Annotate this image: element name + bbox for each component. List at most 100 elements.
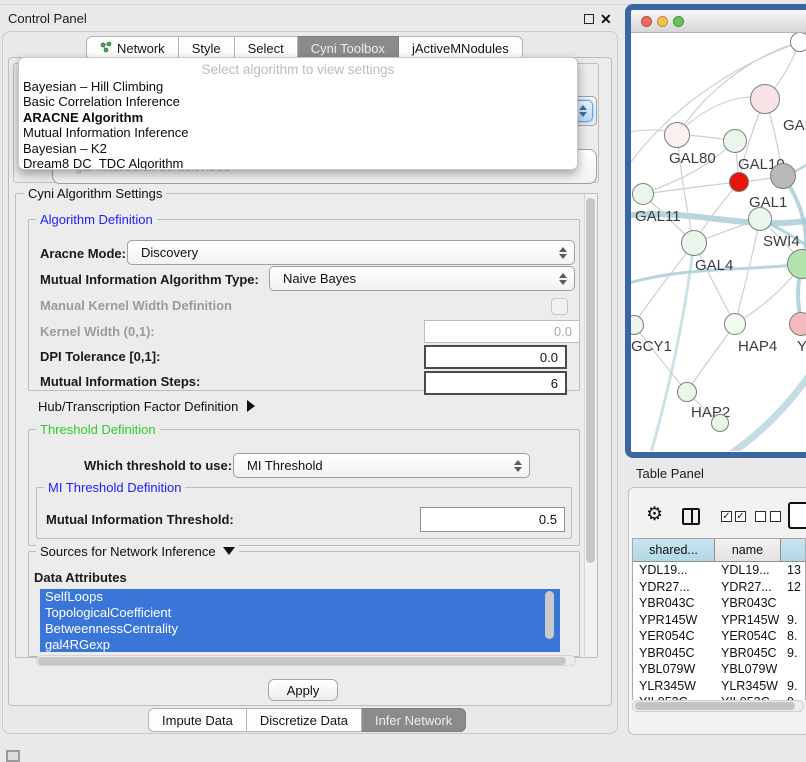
attribute-item-gal4rgexp[interactable]: gal4RGexp	[40, 637, 560, 652]
table-cell: YDL19...	[715, 563, 781, 577]
dropdown-item-bayesian-hill-climbing[interactable]: Bayesian – Hill Climbing	[23, 79, 573, 94]
node-hap2[interactable]	[677, 382, 697, 402]
node-label-gal4: GAL4	[695, 257, 733, 274]
data-attributes-list[interactable]: SelfLoopsTopologicalCoefficientBetweenne…	[40, 589, 560, 652]
node-label-swi4: SWI4	[763, 233, 800, 250]
dropdown-item-dream8-dc-tdc-algorithm[interactable]: Dream8 DC_TDC Algorithm	[23, 156, 573, 170]
node-label-gcy1: GCY1	[631, 338, 672, 355]
which-threshold-combobox[interactable]: MI Threshold	[233, 453, 530, 478]
dropdown-item-mutual-information-inference[interactable]: Mutual Information Inference	[23, 125, 573, 140]
mi-steps-label: Mutual Information Steps:	[40, 374, 200, 389]
table-cell: YBL079W	[633, 662, 715, 676]
horizontal-scrollbar-thumb[interactable]	[38, 657, 566, 665]
traffic-light-zoom[interactable]	[673, 16, 684, 27]
aracne-mode-label: Aracne Mode:	[40, 246, 126, 261]
checked-box-icon[interactable]: ✓	[721, 511, 732, 522]
mi-type-value: Naive Bayes	[270, 271, 356, 286]
table-row[interactable]: YBR043CYBR043C	[633, 595, 805, 612]
gear-icon[interactable]: ⚙	[646, 504, 663, 526]
checked-box-icon[interactable]: ✓	[735, 511, 746, 522]
node-gal11[interactable]	[632, 183, 654, 205]
node-table: shared...nameA YDL19...YDL19...13YDR27..…	[632, 538, 806, 700]
node-gal4[interactable]	[681, 230, 707, 256]
node-gal7[interactable]	[750, 84, 780, 114]
dropdown-item-aracne-algorithm[interactable]: ARACNE Algorithm	[23, 110, 573, 125]
table-cell: YBR043C	[633, 596, 715, 610]
apply-button[interactable]: Apply	[268, 679, 338, 701]
node[interactable]	[790, 33, 806, 52]
table-hscrollbar-thumb[interactable]	[635, 702, 795, 710]
dropdown-item-basic-correlation-inference[interactable]: Basic Correlation Inference	[23, 94, 573, 109]
float-panel-icon[interactable]	[584, 14, 594, 24]
network-canvas[interactable]: GAL7GAL80GAL10GAL1GAL11SWI4GAL4GCY1HAP4Y…	[631, 33, 806, 452]
table-cell: 13	[781, 563, 805, 577]
node[interactable]	[711, 414, 729, 432]
network-window-titlebar[interactable]	[631, 10, 806, 33]
tab-discretize-data[interactable]: Discretize Data	[247, 708, 362, 732]
node[interactable]	[770, 163, 796, 189]
tab-label: Style	[192, 41, 221, 56]
table-row[interactable]: YBR045CYBR045C9.	[633, 645, 805, 662]
columns-icon[interactable]	[682, 508, 700, 525]
traffic-light-close[interactable]	[641, 16, 652, 27]
table-cell: YER054C	[633, 629, 715, 643]
node-y[interactable]	[789, 312, 806, 336]
table-row[interactable]: YBL079WYBL079W	[633, 661, 805, 678]
node-hap4[interactable]	[724, 313, 746, 335]
dpi-tolerance-field[interactable]: 0.0	[424, 345, 567, 369]
column-header-name[interactable]: name	[715, 539, 781, 562]
table-cell: 8.	[781, 629, 805, 643]
dropdown-list: Bayesian – Hill ClimbingBasic Correlatio…	[23, 79, 573, 170]
node-gal1[interactable]	[729, 172, 749, 192]
node-label-y: Y	[797, 338, 806, 355]
stepper-arrows-icon	[559, 273, 567, 285]
kernel-width-field[interactable]: 0.0	[424, 320, 580, 343]
column-header-shared[interactable]: shared...	[633, 539, 715, 562]
mi-type-combobox[interactable]: Naive Bayes	[269, 266, 575, 291]
attribute-item-betweennesscentrality[interactable]: BetweennessCentrality	[40, 621, 560, 637]
stepper-arrows-icon	[579, 105, 587, 117]
table-row[interactable]: YDL19...YDL19...13	[633, 562, 805, 579]
attributes-scrollbar[interactable]	[545, 591, 554, 639]
document-icon[interactable]	[788, 502, 806, 529]
network-view-window[interactable]: GAL7GAL80GAL10GAL1GAL11SWI4GAL4GCY1HAP4Y…	[625, 4, 806, 458]
dropdown-item-bayesian-k2[interactable]: Bayesian – K2	[23, 141, 573, 156]
table-row[interactable]: YDR27...YDR27...12	[633, 579, 805, 596]
unchecked-box-icon[interactable]	[770, 511, 781, 522]
tab-infer-network[interactable]: Infer Network	[362, 708, 466, 732]
table-cell: YDR27...	[715, 580, 781, 594]
close-panel-icon[interactable]: ✕	[600, 11, 612, 27]
table-header-row: shared...nameA	[633, 539, 805, 562]
table-row[interactable]: YLR345WYLR345W9.	[633, 678, 805, 695]
table-cell: YLR345W	[715, 679, 781, 693]
sources-legend[interactable]: Sources for Network Inference	[36, 544, 239, 559]
unchecked-box-icon[interactable]	[755, 511, 766, 522]
manual-kernel-checkbox[interactable]	[551, 298, 568, 315]
table-cell: YDR27...	[633, 580, 715, 594]
mi-steps-field[interactable]: 6	[424, 371, 567, 395]
attribute-item-selfloops[interactable]: SelfLoops	[40, 589, 560, 605]
node-label-gal11: GAL11	[635, 208, 681, 225]
aracne-mode-combobox[interactable]: Discovery	[127, 240, 575, 265]
node-swi4[interactable]	[748, 207, 772, 231]
manual-kernel-label: Manual Kernel Width Definition	[40, 298, 232, 313]
data-attributes-label: Data Attributes	[34, 570, 127, 585]
sources-legend-text: Sources for Network Inference	[40, 544, 216, 559]
cyni-settings-legend: Cyni Algorithm Settings	[24, 186, 166, 201]
table-row[interactable]: YPR145WYPR145W9.	[633, 612, 805, 629]
column-header-a[interactable]: A	[781, 539, 806, 562]
table-cell: YLR345W	[633, 679, 715, 693]
settings-scrollbar-thumb[interactable]	[586, 198, 595, 563]
traffic-light-minimize[interactable]	[657, 16, 668, 27]
dock-icon[interactable]	[6, 750, 20, 762]
tab-label: Discretize Data	[260, 713, 348, 728]
hub-definition-toggle[interactable]: Hub/Transcription Factor Definition	[38, 399, 255, 414]
attribute-item-topologicalcoefficient[interactable]: TopologicalCoefficient	[40, 605, 560, 621]
mi-threshold-field[interactable]: 0.5	[420, 507, 565, 532]
node-gal80[interactable]	[664, 122, 690, 148]
node-gal10[interactable]	[723, 129, 747, 153]
control-panel-titlebar: Control Panel	[0, 5, 620, 31]
tab-impute-data[interactable]: Impute Data	[148, 708, 247, 732]
table-cell: YBR045C	[715, 646, 781, 660]
table-row[interactable]: YER054CYER054C8.	[633, 628, 805, 645]
